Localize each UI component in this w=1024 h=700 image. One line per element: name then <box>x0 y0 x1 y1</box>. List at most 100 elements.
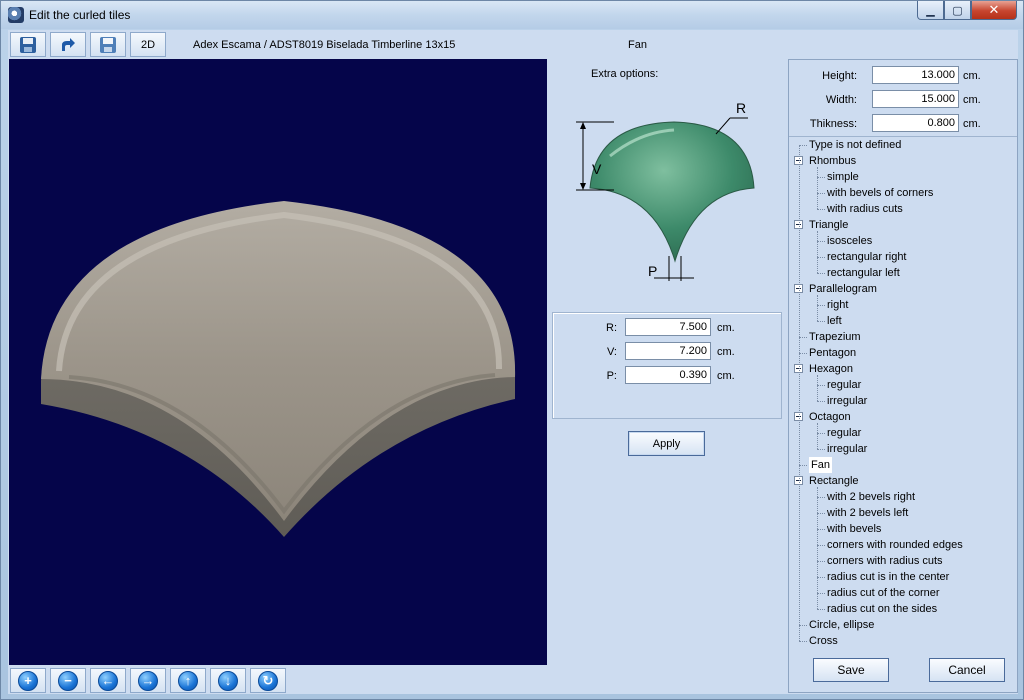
width-row: Width: cm. <box>789 90 1017 110</box>
dialog-window: Edit the curled tiles ▁ ▢ ✕ 2D Adex Esca… <box>0 0 1024 700</box>
pan-up-button[interactable]: ↑ <box>170 668 206 693</box>
minimize-button[interactable]: ▁ <box>917 1 944 20</box>
tree-branch-line <box>817 487 818 609</box>
save-as-button[interactable] <box>90 32 126 57</box>
export-button[interactable] <box>50 32 86 57</box>
mode-2d-button[interactable]: 2D <box>130 32 166 57</box>
param-row-v: V: cm. <box>553 342 783 362</box>
zoom-in-button[interactable]: + <box>10 668 46 693</box>
p-label: P <box>648 263 657 279</box>
tree-subitem[interactable]: simple <box>827 169 859 185</box>
tree-connector <box>817 449 825 450</box>
tree-item[interactable]: Circle, ellipse <box>809 617 874 633</box>
pan-left-button[interactable]: ← <box>90 668 126 693</box>
pan-down-button[interactable]: ↓ <box>210 668 246 693</box>
param-row-p: P: cm. <box>553 366 783 386</box>
height-input[interactable] <box>872 66 959 84</box>
tree-subitem[interactable]: with bevels of corners <box>827 185 933 201</box>
tree-connector <box>817 609 825 610</box>
tree-connector <box>799 145 807 146</box>
tree-subitem[interactable]: with 2 bevels right <box>827 489 915 505</box>
tree-connector <box>799 641 807 642</box>
tree-item[interactable]: Fan <box>809 457 832 473</box>
tree-branch-line <box>817 167 818 209</box>
tree-connector <box>817 593 825 594</box>
tree-subitem[interactable]: with radius cuts <box>827 201 903 217</box>
tree-subitem[interactable]: isosceles <box>827 233 872 249</box>
reset-view-button[interactable]: ↻ <box>250 668 286 693</box>
tree-connector <box>817 273 825 274</box>
tree-subitem[interactable]: corners with radius cuts <box>827 553 943 569</box>
dimensions-group: Height: cm. Width: cm. Thikness: cm. <box>789 60 1017 134</box>
floppy-icon <box>100 36 116 53</box>
tree-connector <box>799 353 807 354</box>
param-p-label: P: <box>606 370 617 382</box>
tree-connector <box>817 305 825 306</box>
shape-type-tree[interactable]: Type is not defined Rhombus simple with bev… <box>789 136 1017 644</box>
param-r-input[interactable] <box>625 318 711 336</box>
tree-subitem[interactable]: right <box>827 297 848 313</box>
param-p-input[interactable] <box>625 366 711 384</box>
maximize-button[interactable]: ▢ <box>944 1 971 20</box>
tree-subitem[interactable]: rectangular left <box>827 265 900 281</box>
tree-subitem[interactable]: corners with rounded edges <box>827 537 963 553</box>
tree-item[interactable]: Triangle <box>809 217 848 233</box>
tree-subitem[interactable]: left <box>827 313 842 329</box>
tree-subitem[interactable]: with 2 bevels left <box>827 505 908 521</box>
tree-subitem[interactable]: with bevels <box>827 521 881 537</box>
zoom-out-button[interactable]: − <box>50 668 86 693</box>
height-row: Height: cm. <box>789 66 1017 86</box>
save-disk-button[interactable] <box>10 32 46 57</box>
param-row-r: R: cm. <box>553 318 783 338</box>
tree-connector <box>799 625 807 626</box>
tree-subitem[interactable]: irregular <box>827 393 867 409</box>
tree-connector <box>817 385 825 386</box>
product-name: Adex Escama / ADST8019 Biselada Timberli… <box>193 39 456 51</box>
tree-subitem[interactable]: rectangular right <box>827 249 907 265</box>
width-label: Width: <box>825 94 857 106</box>
save-button[interactable]: Save <box>813 658 889 682</box>
tree-subitem[interactable]: regular <box>827 425 861 441</box>
right-panel: Height: cm. Width: cm. Thikness: cm. Typ… <box>788 59 1018 693</box>
param-v-input[interactable] <box>625 342 711 360</box>
tree-item[interactable]: Hexagon <box>809 361 853 377</box>
arrow-up-icon: ↑ <box>178 670 198 691</box>
fan-tile-3d-render <box>41 201 516 537</box>
tree-item[interactable]: Type is not defined <box>809 137 901 153</box>
thickness-input[interactable] <box>872 114 959 132</box>
pan-right-button[interactable]: → <box>130 668 166 693</box>
tree-item[interactable]: Trapezium <box>809 329 861 345</box>
param-r-label: R: <box>606 322 617 334</box>
tree-item[interactable]: Parallelogram <box>809 281 877 297</box>
tree-connector <box>817 561 825 562</box>
tile-3d-viewport[interactable] <box>9 59 547 665</box>
window-controls: ▁ ▢ ✕ <box>917 1 1017 20</box>
tree-subitem[interactable]: regular <box>827 377 861 393</box>
tree-subitem[interactable]: radius cut on the sides <box>827 601 937 617</box>
shape-parameters: R: cm. V: cm. P: cm. <box>552 312 782 419</box>
minus-icon: − <box>58 670 78 691</box>
tree-connector <box>817 433 825 434</box>
tree-subitem[interactable]: irregular <box>827 441 867 457</box>
maximize-icon: ▢ <box>952 4 963 17</box>
plus-icon: + <box>18 670 38 691</box>
tree-connector <box>817 401 825 402</box>
minimize-icon: ▁ <box>926 4 935 17</box>
tree-connector <box>799 465 807 466</box>
tree-subitem[interactable]: radius cut of the corner <box>827 585 940 601</box>
close-icon: ✕ <box>988 2 1000 17</box>
tree-item[interactable]: Cross <box>809 633 838 644</box>
tree-subitem[interactable]: radius cut is in the center <box>827 569 949 585</box>
thickness-label: Thikness: <box>809 118 857 130</box>
title-bar[interactable]: Edit the curled tiles ▁ ▢ ✕ <box>1 1 1023 29</box>
export-arrow-icon <box>62 37 75 51</box>
apply-button[interactable]: Apply <box>628 431 705 456</box>
v-label: V <box>592 161 602 177</box>
tree-item[interactable]: Octagon <box>809 409 851 425</box>
cancel-button[interactable]: Cancel <box>929 658 1005 682</box>
tree-connector <box>817 241 825 242</box>
width-input[interactable] <box>872 90 959 108</box>
param-v-unit: cm. <box>717 346 735 358</box>
tree-item[interactable]: Pentagon <box>809 345 856 361</box>
close-button[interactable]: ✕ <box>971 1 1017 20</box>
